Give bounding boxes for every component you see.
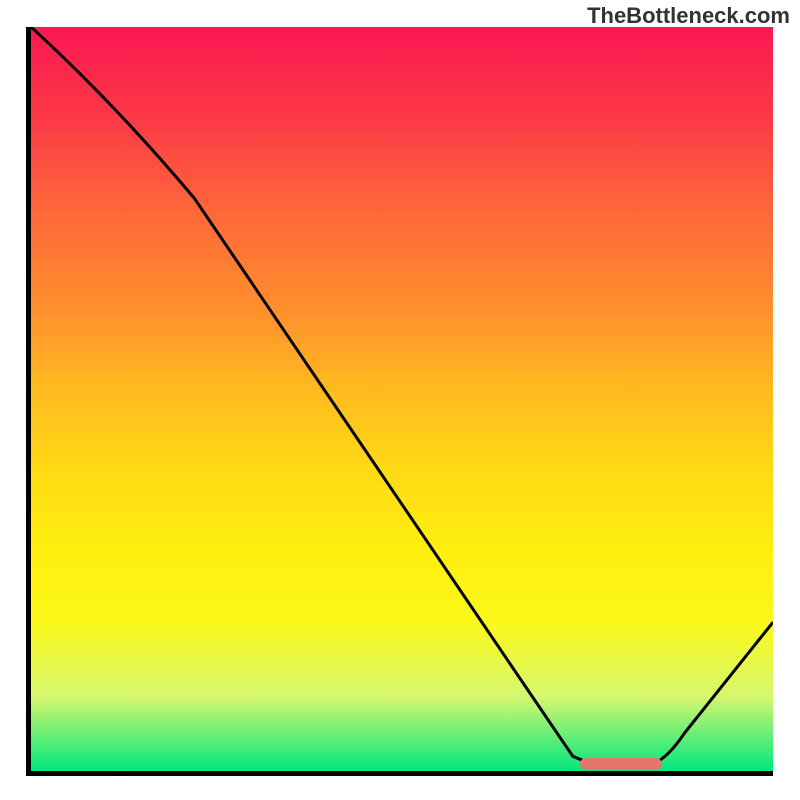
curve-line — [31, 27, 773, 771]
watermark-text: TheBottleneck.com — [587, 3, 790, 29]
x-axis — [26, 771, 773, 776]
optimal-marker — [580, 758, 662, 770]
chart-area — [31, 27, 773, 771]
